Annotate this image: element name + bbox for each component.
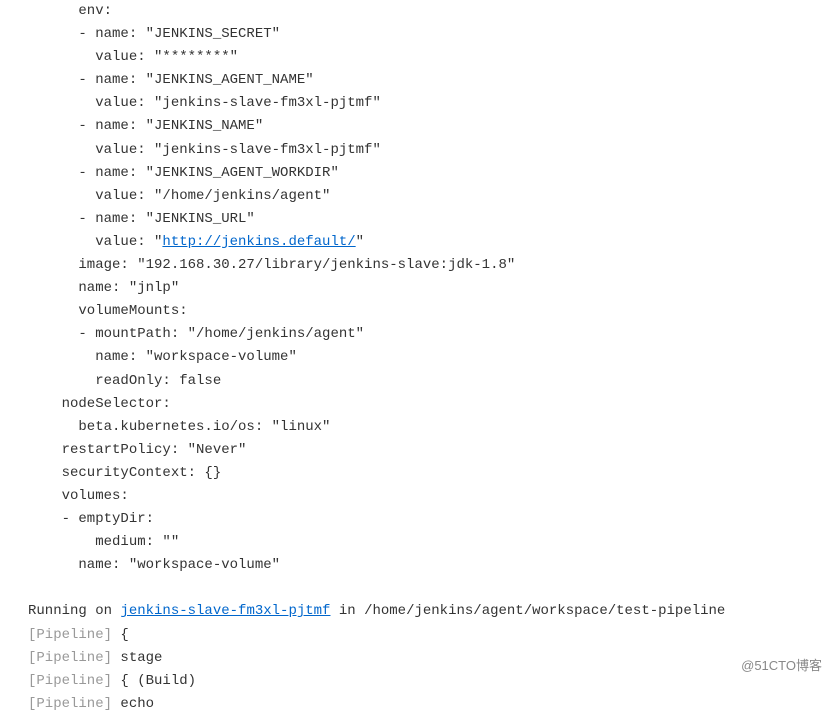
console-line: env: bbox=[28, 0, 832, 23]
console-line: name: "workspace-volume" bbox=[28, 346, 832, 369]
pipeline-prefix: [Pipeline] bbox=[28, 673, 120, 689]
console-output: env: - name: "JENKINS_SECRET" value: "**… bbox=[0, 0, 832, 716]
console-line: beta.kubernetes.io/os: "linux" bbox=[28, 416, 832, 439]
line-suffix: in /home/jenkins/agent/workspace/test-pi… bbox=[330, 603, 725, 619]
watermark: @51CTO博客 bbox=[741, 655, 822, 676]
console-line: - name: "JENKINS_SECRET" bbox=[28, 23, 832, 46]
console-line: name: "jnlp" bbox=[28, 277, 832, 300]
console-line: image: "192.168.30.27/library/jenkins-sl… bbox=[28, 254, 832, 277]
pipeline-text: stage bbox=[120, 650, 162, 666]
console-line: securityContext: {} bbox=[28, 462, 832, 485]
console-line: - name: "JENKINS_NAME" bbox=[28, 115, 832, 138]
console-line: - name: "JENKINS_AGENT_WORKDIR" bbox=[28, 162, 832, 185]
console-line: [Pipeline] { (Build) bbox=[28, 670, 832, 693]
console-line: [Pipeline] stage bbox=[28, 647, 832, 670]
pipeline-text: echo bbox=[120, 696, 154, 712]
console-line: [Pipeline] echo bbox=[28, 693, 832, 716]
console-line: value: "http://jenkins.default/" bbox=[28, 231, 832, 254]
console-line: nodeSelector: bbox=[28, 393, 832, 416]
pipeline-prefix: [Pipeline] bbox=[28, 627, 120, 643]
console-link[interactable]: jenkins-slave-fm3xl-pjtmf bbox=[120, 603, 330, 619]
console-link[interactable]: http://jenkins.default/ bbox=[162, 234, 355, 250]
pipeline-text: { bbox=[120, 627, 128, 643]
console-line: medium: "" bbox=[28, 531, 832, 554]
console-line: value: "jenkins-slave-fm3xl-pjtmf" bbox=[28, 92, 832, 115]
console-line: restartPolicy: "Never" bbox=[28, 439, 832, 462]
console-line: value: "/home/jenkins/agent" bbox=[28, 185, 832, 208]
pipeline-text: { (Build) bbox=[120, 673, 196, 689]
line-prefix: Running on bbox=[28, 603, 120, 619]
console-line: volumeMounts: bbox=[28, 300, 832, 323]
console-line: readOnly: false bbox=[28, 370, 832, 393]
console-line: volumes: bbox=[28, 485, 832, 508]
console-line: name: "workspace-volume" bbox=[28, 554, 832, 577]
console-line: value: "jenkins-slave-fm3xl-pjtmf" bbox=[28, 139, 832, 162]
console-line: - name: "JENKINS_URL" bbox=[28, 208, 832, 231]
pipeline-prefix: [Pipeline] bbox=[28, 696, 120, 712]
console-line: - name: "JENKINS_AGENT_NAME" bbox=[28, 69, 832, 92]
console-line: value: "********" bbox=[28, 46, 832, 69]
console-line: Running on jenkins-slave-fm3xl-pjtmf in … bbox=[28, 600, 832, 623]
line-suffix: " bbox=[356, 234, 364, 250]
line-prefix: value: " bbox=[28, 234, 162, 250]
console-line: - emptyDir: bbox=[28, 508, 832, 531]
console-line: - mountPath: "/home/jenkins/agent" bbox=[28, 323, 832, 346]
pipeline-prefix: [Pipeline] bbox=[28, 650, 120, 666]
console-line: [Pipeline] { bbox=[28, 624, 832, 647]
console-line bbox=[28, 577, 832, 600]
